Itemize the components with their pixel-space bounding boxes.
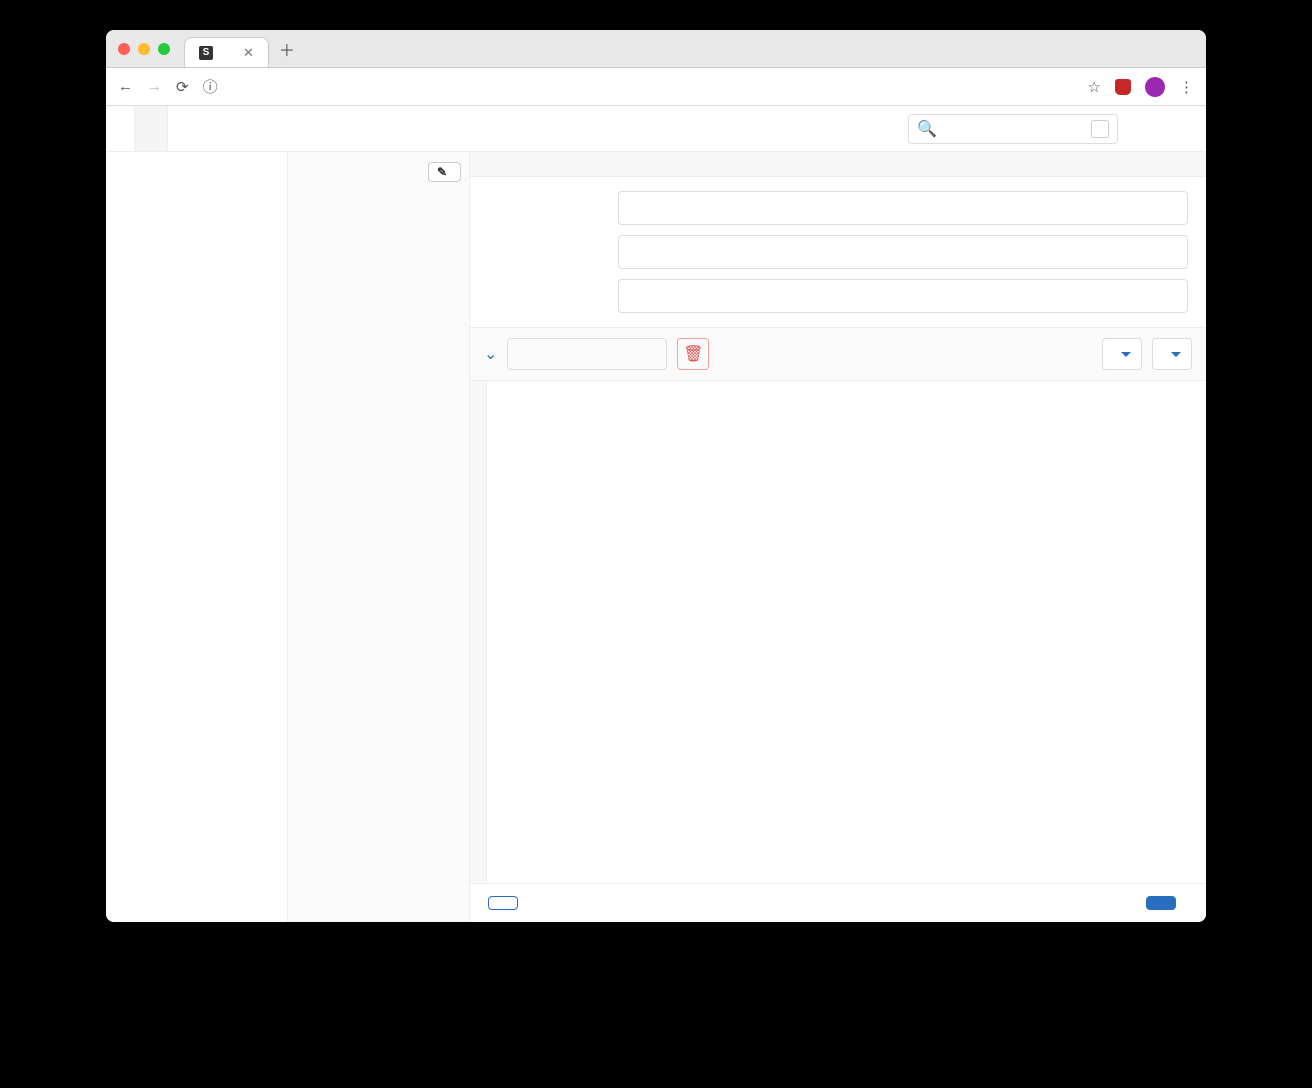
back-icon[interactable]: ← (118, 78, 133, 95)
search-input[interactable]: 🔍 (908, 114, 1118, 144)
new-tab-button[interactable]: ＋ (279, 37, 295, 61)
description-input[interactable] (618, 235, 1188, 269)
delete-file-button[interactable]: 🗑 (677, 338, 709, 370)
browser-titlebar: S ✕ ＋ (106, 30, 1206, 68)
editor-header (470, 152, 1206, 177)
update-button[interactable] (1146, 896, 1176, 910)
code-editor[interactable] (470, 381, 1206, 883)
search-kbd-hint (1091, 120, 1109, 138)
language-select[interactable] (1102, 338, 1142, 370)
profile-avatar[interactable] (1145, 77, 1165, 97)
reload-icon[interactable]: ⟳ (176, 78, 189, 96)
maximize-window[interactable] (158, 43, 170, 55)
label-input[interactable] (618, 279, 1188, 313)
nav-add-snippet[interactable] (168, 106, 200, 151)
snippets-sidebar: ✎ (288, 152, 470, 922)
labels-sidebar (106, 152, 288, 922)
forward-icon[interactable]: → (147, 78, 162, 95)
pencil-icon: ✎ (437, 165, 448, 179)
browser-tab[interactable]: S ✕ (184, 37, 269, 67)
filename-input[interactable] (507, 338, 667, 370)
indent-select[interactable] (1152, 338, 1192, 370)
nav-dashboard[interactable] (134, 106, 168, 151)
edit-label-button[interactable]: ✎ (428, 162, 461, 182)
labels-header (106, 152, 287, 176)
browser-address-bar: ← → ⟳ ⓘ ☆ ⋮ (106, 68, 1206, 106)
trash-icon: 🗑 (683, 344, 703, 364)
adblock-icon[interactable] (1115, 79, 1131, 95)
title-input[interactable] (618, 191, 1188, 225)
minimize-window[interactable] (138, 43, 150, 55)
info-icon[interactable]: ⓘ (203, 76, 218, 97)
add-file-button[interactable] (488, 896, 518, 910)
chevron-down-icon[interactable]: ⌄ (484, 344, 497, 364)
bookmark-icon[interactable]: ☆ (1088, 78, 1101, 96)
cancel-button[interactable] (1176, 897, 1188, 909)
tab-close-icon[interactable]: ✕ (243, 45, 254, 61)
search-icon: 🔍 (917, 119, 937, 139)
browser-menu-icon[interactable]: ⋮ (1179, 78, 1194, 96)
close-window[interactable] (118, 43, 130, 55)
favicon-icon: S (199, 46, 213, 60)
